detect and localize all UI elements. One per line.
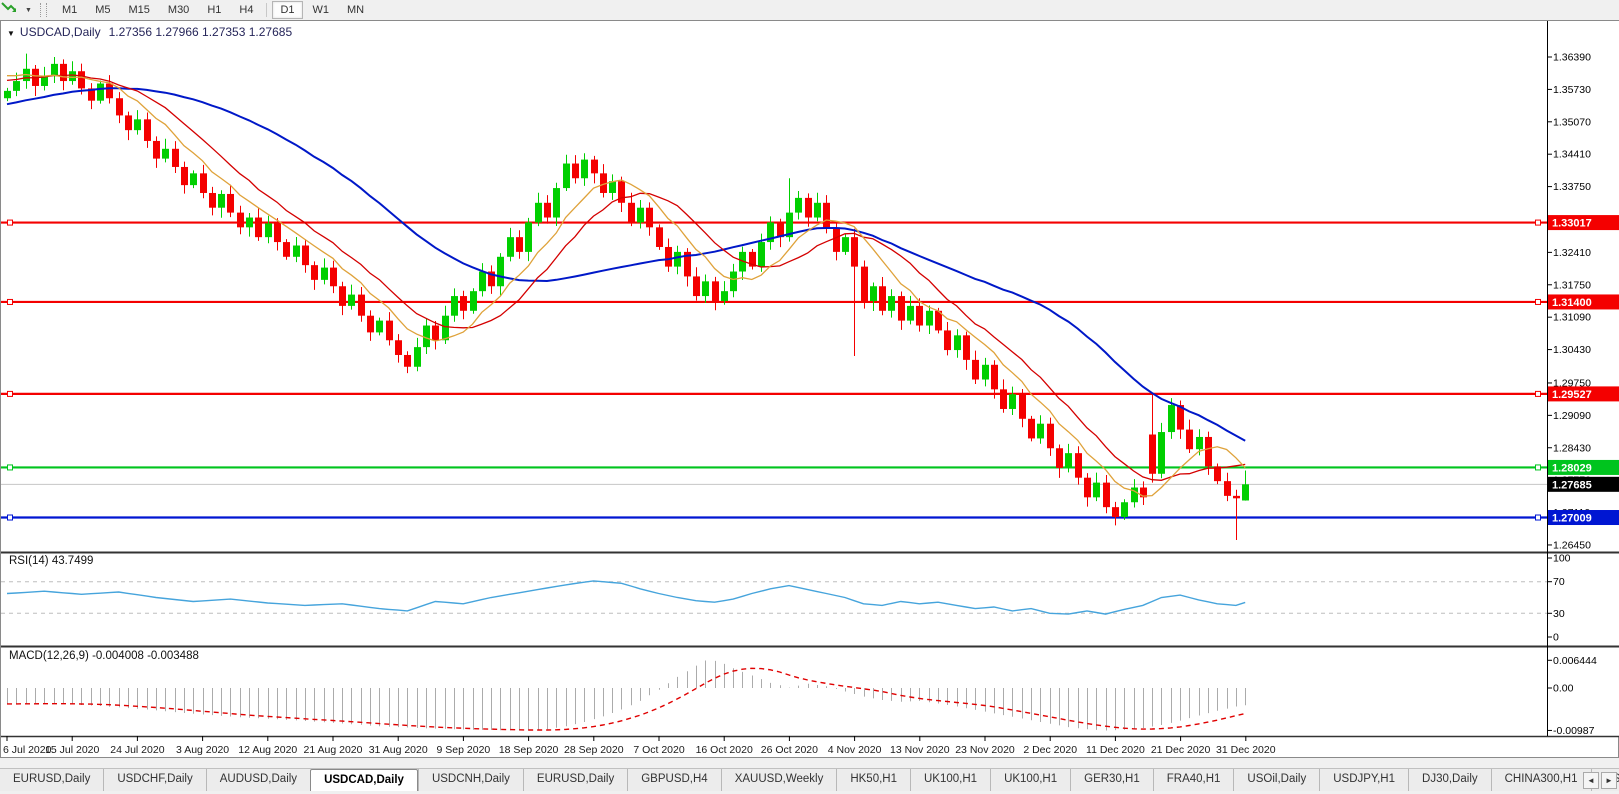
symbol-tab-eurusd-daily[interactable]: EURUSD,Daily (0, 769, 103, 792)
hline-handle[interactable] (1536, 299, 1541, 304)
date-label: 9 Sep 2020 (437, 744, 491, 756)
price-tick-label: 1.32410 (1553, 247, 1591, 259)
timeframe-h1[interactable]: H1 (199, 1, 229, 19)
price-tick-label: 1.36390 (1553, 52, 1591, 64)
macd-label: MACD(12,26,9) -0.004008 -0.003488 (9, 650, 199, 662)
price-tick-label: 1.33750 (1553, 181, 1591, 193)
price-tick-label: 1.28430 (1553, 442, 1591, 454)
symbol-tab-china300-h1[interactable]: CHINA300,H1 (1491, 769, 1591, 792)
tab-scroll-controls: ◄ ► (1581, 772, 1617, 789)
date-label: 31 Dec 2020 (1216, 744, 1276, 756)
price-badge-1.33017-text: 1.33017 (1552, 218, 1592, 230)
symbol-tab-ger30-h1[interactable]: GER30,H1 (1070, 769, 1153, 792)
date-label: 2 Dec 2020 (1023, 744, 1077, 756)
timeframe-h4[interactable]: H4 (231, 1, 261, 19)
symbol-tab-usdjpy-h1[interactable]: USDJPY,H1 (1319, 769, 1408, 792)
symbol-tab-usdchf-daily[interactable]: USDCHF,Daily (103, 769, 205, 792)
price-badge-1.28029-text: 1.28029 (1552, 462, 1592, 474)
tab-scroll-right-icon[interactable]: ► (1601, 772, 1617, 789)
date-label: 3 Aug 2020 (176, 744, 229, 756)
macd-level-label: 0.006444 (1553, 655, 1597, 667)
chart-shift-icon[interactable] (3, 2, 25, 18)
date-label: 7 Oct 2020 (633, 744, 685, 756)
rsi-label: RSI(14) 43.7499 (9, 555, 93, 567)
price-tick-label: 1.26450 (1553, 539, 1591, 551)
toolbar-separator (266, 3, 267, 17)
symbol-tab-usoil-daily[interactable]: USOil,Daily (1233, 769, 1319, 792)
date-label: 13 Nov 2020 (890, 744, 950, 756)
date-label: 28 Sep 2020 (564, 744, 624, 756)
chart-ohlc-values: 1.27356 1.27966 1.27353 1.27685 (109, 25, 293, 39)
price-tick-label: 1.31750 (1553, 279, 1591, 291)
symbol-tab-bar: EURUSD,DailyUSDCHF,DailyAUDUSD,DailyUSDC… (0, 768, 1619, 792)
price-tick-label: 1.31090 (1553, 312, 1591, 324)
timeframe-mn[interactable]: MN (339, 1, 372, 19)
timeframe-d1[interactable]: D1 (272, 1, 302, 19)
date-label: 21 Dec 2020 (1151, 744, 1211, 756)
price-tick-label: 1.29090 (1553, 410, 1591, 422)
macd-level-label: -0.00987 (1553, 725, 1595, 737)
symbol-tab-gbpusd-h4[interactable]: GBPUSD,H4 (627, 769, 720, 792)
rsi-level-label: 0 (1553, 632, 1559, 644)
rsi-level-label: 100 (1553, 553, 1571, 565)
symbol-tab-xauusd-weekly[interactable]: XAUUSD,Weekly (721, 769, 837, 792)
timeframe-m30[interactable]: M30 (160, 1, 197, 19)
tab-scroll-left-icon[interactable]: ◄ (1583, 772, 1599, 789)
price-badge-1.27009-text: 1.27009 (1552, 513, 1592, 525)
macd-level-label: 0.00 (1553, 683, 1574, 695)
symbol-tab-eurusd-daily[interactable]: EURUSD,Daily (523, 769, 627, 792)
chart-plot-area[interactable] (1, 21, 1619, 736)
timeframe-m5[interactable]: M5 (87, 1, 118, 19)
toolbar-grip[interactable] (40, 3, 47, 17)
date-label: 15 Jul 2020 (45, 744, 99, 756)
price-chart-canvas[interactable]: 1.36390 1.35730 1.35070 1.34410 1.33750 1.330… (1, 21, 1619, 759)
chart-window: ▼ USDCAD,Daily 1.27356 1.27966 1.27353 1.2… (0, 20, 1619, 758)
rsi-level-label: 30 (1553, 608, 1565, 620)
rsi-level-label: 70 (1553, 576, 1565, 588)
symbol-tab-fra40-h1[interactable]: FRA40,H1 (1153, 769, 1234, 792)
date-label: 12 Aug 2020 (238, 744, 297, 756)
symbol-tab-hk50-h1[interactable]: HK50,H1 (836, 769, 910, 792)
timeframe-w1[interactable]: W1 (305, 1, 338, 19)
timeframe-m15[interactable]: M15 (121, 1, 158, 19)
date-label: 4 Nov 2020 (828, 744, 882, 756)
hline-handle[interactable] (8, 465, 13, 470)
price-tick-label: 1.35070 (1553, 116, 1591, 128)
symbol-tab-usdcnh-daily[interactable]: USDCNH,Daily (418, 769, 523, 792)
hline-handle[interactable] (1536, 515, 1541, 520)
price-tick-label: 1.35730 (1553, 84, 1591, 96)
price-tick-label: 1.30430 (1553, 344, 1591, 356)
hline-handle[interactable] (1536, 391, 1541, 396)
symbol-tab-uk100-h1[interactable]: UK100,H1 (910, 769, 990, 792)
symbol-tab-audusd-daily[interactable]: AUDUSD,Daily (206, 769, 310, 792)
price-badge-1.29527-text: 1.29527 (1552, 389, 1592, 401)
top-toolbar: ▼ M1M5M15M30H1H4 D1W1MN (0, 0, 1619, 21)
symbol-tab-usdcad-daily[interactable]: USDCAD,Daily (310, 769, 418, 792)
hline-handle[interactable] (1536, 465, 1541, 470)
price-badge-1.31400-text: 1.31400 (1552, 297, 1592, 309)
chart-title: ▼ USDCAD,Daily 1.27356 1.27966 1.27353 1.2… (7, 25, 292, 39)
date-label: 18 Sep 2020 (499, 744, 559, 756)
hline-handle[interactable] (8, 299, 13, 304)
date-label: 23 Nov 2020 (955, 744, 1015, 756)
chart-dropdown-icon[interactable]: ▼ (7, 29, 15, 38)
current-price-badge-text: 1.27685 (1552, 479, 1592, 491)
date-label: 26 Oct 2020 (761, 744, 818, 756)
date-label: 24 Jul 2020 (110, 744, 164, 756)
timeframe-buttons: M1M5M15M30H1H4 D1W1MN (53, 1, 373, 19)
date-label: 21 Aug 2020 (304, 744, 363, 756)
hline-handle[interactable] (8, 220, 13, 225)
date-label: 31 Aug 2020 (369, 744, 428, 756)
symbol-tab-uk100-h1[interactable]: UK100,H1 (990, 769, 1070, 792)
chart-symbol-label: USDCAD,Daily (20, 25, 101, 39)
hline-handle[interactable] (8, 391, 13, 396)
symbol-tab-dj30-daily[interactable]: DJ30,Daily (1408, 769, 1491, 792)
timeframe-m1[interactable]: M1 (54, 1, 85, 19)
price-tick-label: 1.34410 (1553, 149, 1591, 161)
hline-handle[interactable] (8, 515, 13, 520)
hline-handle[interactable] (1536, 220, 1541, 225)
date-label: 16 Oct 2020 (696, 744, 753, 756)
toolbar-dropdown-caret[interactable]: ▼ (25, 7, 32, 14)
date-label: 11 Dec 2020 (1086, 744, 1145, 756)
